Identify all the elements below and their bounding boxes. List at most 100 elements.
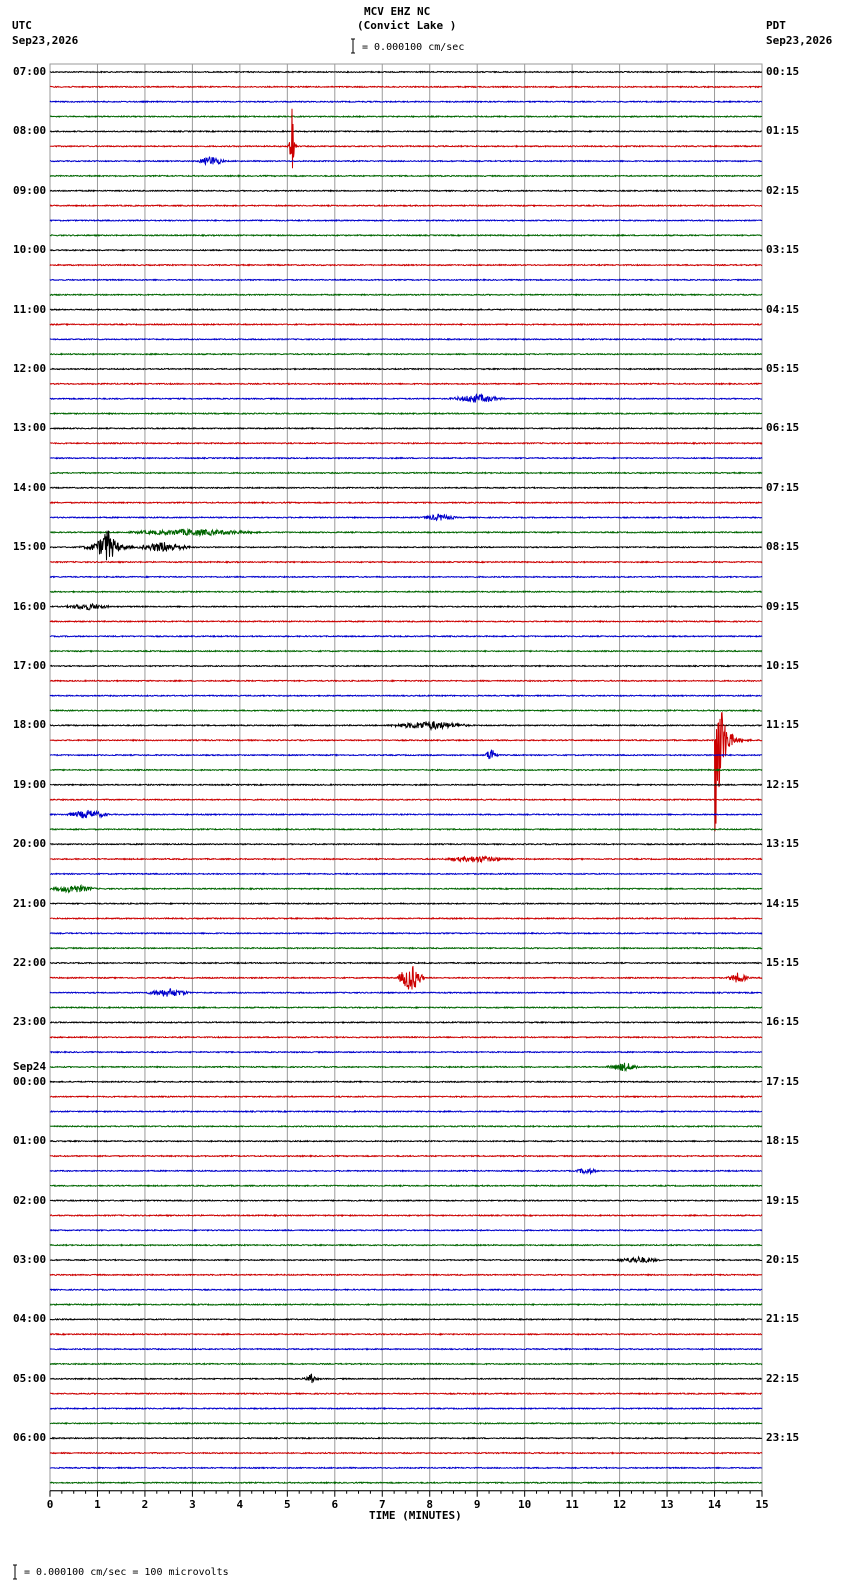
right-time-label: 19:15	[766, 1193, 800, 1207]
right-time-label: 05:15	[766, 362, 800, 375]
right-time-label: 03:15	[766, 243, 800, 257]
trace-row	[49, 1273, 763, 1277]
left-time-label: 17:00	[13, 659, 47, 672]
trace-row	[50, 1020, 763, 1025]
right-time-label: 18:15	[766, 1134, 800, 1148]
trace-row	[49, 307, 763, 312]
trace-row	[49, 293, 763, 297]
trace-row	[49, 1154, 763, 1158]
trace-row	[49, 337, 763, 341]
trace-row	[49, 513, 762, 522]
trace-row	[49, 500, 763, 505]
x-tick-label: 0	[47, 1498, 54, 1511]
right-time-label: 20:15	[766, 1253, 800, 1266]
left-time-label: 06:00	[13, 1431, 47, 1445]
trace-row	[50, 1406, 763, 1411]
trace-row	[50, 1373, 763, 1384]
trace-row	[49, 1124, 763, 1129]
trace-row	[49, 855, 763, 864]
trace-row	[49, 1288, 763, 1292]
trace-row	[49, 382, 763, 386]
left-time-label: 13:00	[13, 421, 47, 435]
right-time-label: 12:15	[766, 777, 800, 791]
left-time-label: 22:00	[13, 956, 47, 969]
trace-row	[49, 1139, 763, 1143]
trace-row	[49, 1255, 763, 1264]
trace-row	[49, 1302, 763, 1307]
trace-row	[49, 694, 763, 698]
right-time-label: 10:15	[766, 659, 800, 672]
trace-row	[49, 1035, 763, 1039]
scale-label: = 0.000100 cm/sec	[362, 42, 465, 53]
right-time-label: 08:15	[766, 540, 800, 554]
right-time-label: 11:15	[766, 718, 800, 732]
left-time-label: 12:00	[13, 362, 47, 375]
trace-row	[49, 708, 762, 713]
x-tick-label: 9	[474, 1498, 481, 1511]
chart-title: MCV EHZ NC	[364, 5, 431, 18]
trace-row	[49, 1080, 763, 1084]
trace-row	[49, 575, 763, 579]
trace-row	[49, 797, 763, 802]
x-tick-label: 12	[613, 1498, 626, 1511]
trace-row	[49, 1228, 763, 1232]
right-time-label: 01:15	[766, 124, 800, 138]
trace-row	[49, 809, 763, 819]
trace-row	[49, 203, 762, 208]
left-time-label: 10:00	[13, 243, 47, 257]
trace-row	[49, 392, 763, 404]
right-time-label: 23:15	[766, 1431, 800, 1445]
right-time-label: 07:15	[766, 480, 800, 494]
trace-row	[49, 946, 763, 950]
trace-row	[49, 70, 763, 74]
minute-grid	[49, 63, 763, 1492]
trace-row	[49, 1421, 763, 1426]
left-time-label: 00:00	[13, 1074, 47, 1088]
x-axis-label: TIME (MINUTES)	[369, 1509, 462, 1522]
trace-row	[49, 411, 763, 416]
right-time-label: 00:15	[766, 65, 800, 78]
trace-row	[49, 1481, 763, 1485]
x-tick-label: 11	[566, 1498, 580, 1511]
left-time-label: 14:00	[13, 480, 47, 494]
trace-row	[49, 486, 763, 490]
trace-row	[49, 827, 763, 832]
trace-row	[49, 156, 763, 167]
trace-row	[49, 1213, 763, 1218]
right-time-label: 13:15	[766, 837, 800, 851]
left-time-label: 21:00	[13, 896, 47, 910]
right-time-label: 04:15	[766, 302, 800, 316]
x-tick-label: 1	[94, 1498, 101, 1511]
trace-row	[49, 634, 763, 638]
trace-row	[49, 649, 763, 653]
right-time-label: 06:15	[766, 421, 800, 435]
trace-row	[49, 712, 763, 832]
trace-row	[49, 527, 763, 538]
left-time-label: 19:00	[13, 777, 47, 791]
trace-row	[49, 278, 763, 282]
left-time-label: 05:00	[13, 1371, 47, 1385]
trace-row	[49, 471, 763, 475]
left-time-label: 07:00	[13, 65, 47, 78]
trace-row	[49, 1451, 763, 1455]
left-time-label: 20:00	[13, 837, 47, 851]
x-tick-label: 13	[660, 1498, 673, 1511]
right-time-label: 17:15	[766, 1074, 800, 1088]
x-tick-label: 10	[518, 1498, 531, 1511]
trace-row	[49, 589, 762, 594]
trace-row	[49, 1109, 762, 1114]
station-name: (Convict Lake )	[357, 19, 457, 32]
trace-row	[50, 114, 763, 119]
left-time-label: 01:00	[13, 1134, 47, 1148]
trace-row	[49, 1243, 763, 1247]
trace-row	[50, 441, 763, 445]
x-tick-label: 15	[755, 1498, 768, 1511]
left-time-label: 08:00	[13, 124, 47, 138]
left-time-label: 23:00	[13, 1015, 47, 1029]
trace-row	[49, 720, 763, 732]
trace-row	[50, 901, 763, 906]
trace-row	[49, 233, 763, 238]
right-time-label: 14:15	[766, 896, 800, 910]
helicorder-plot: 0 1 2 3 4 5 6 7 8 9 10 11 12 13 14 15	[13, 38, 769, 1580]
trace-row	[49, 1362, 763, 1366]
